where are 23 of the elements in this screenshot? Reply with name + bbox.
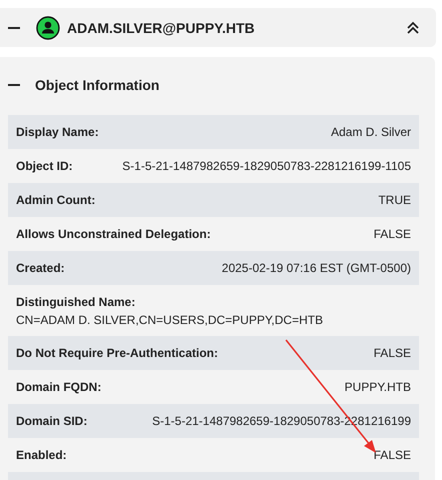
property-value: PUPPY.HTB — [344, 380, 411, 394]
property-label: Distinguished Name: — [16, 294, 136, 308]
property-value: TRUE — [378, 193, 411, 207]
property-label: Domain SID: — [16, 414, 88, 428]
property-value: FALSE — [374, 227, 411, 241]
property-value: FALSE — [374, 346, 411, 360]
property-label: Allows Unconstrained Delegation: — [16, 227, 211, 241]
property-value: FALSE — [374, 448, 411, 462]
property-label: Object ID: — [16, 159, 73, 173]
user-icon — [36, 16, 60, 40]
property-value: Adam D. Silver — [330, 125, 411, 139]
section-title: Object Information — [35, 77, 160, 93]
property-label: Domain FQDN: — [16, 380, 102, 394]
property-label: Do Not Require Pre-Authentication: — [16, 346, 218, 360]
property-value: S-1-5-21-1487982659-1829050783-2281216199-1105 — [122, 159, 411, 173]
property-label: Admin Count: — [16, 193, 96, 207]
property-label: Created: — [16, 261, 65, 275]
double-chevron-up-icon[interactable] — [406, 20, 420, 34]
property-label: Enabled: — [16, 448, 67, 462]
property-value: CN=ADAM D. SILVER,CN=USERS,DC=PUPPY,DC=HTB — [16, 312, 323, 326]
property-value: 2025-02-19 07:16 EST (GMT-0500) — [222, 261, 411, 275]
node-title: ADAM.SILVER@PUPPY.HTB — [67, 20, 255, 36]
property-label: Display Name: — [16, 125, 99, 139]
